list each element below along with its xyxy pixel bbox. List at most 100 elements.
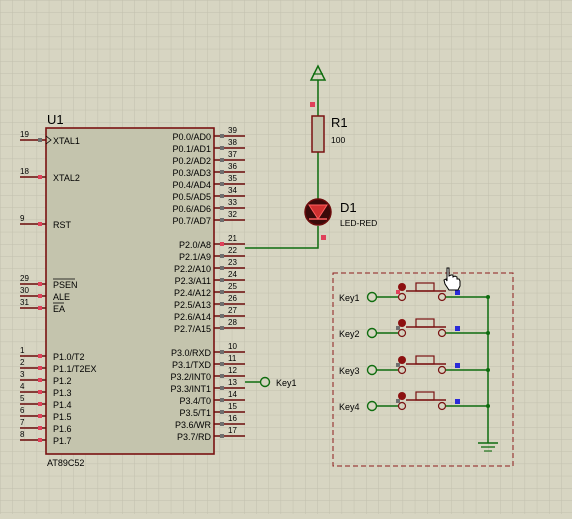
pin-marker	[455, 399, 460, 404]
pin-number: 31	[20, 298, 29, 307]
pin-name: P1.0/T2	[53, 352, 85, 362]
pin-name: P3.7/RD	[177, 432, 212, 442]
key-label: Key2	[339, 329, 360, 339]
pin-marker	[220, 146, 224, 150]
pin-number: 5	[20, 394, 25, 403]
pin-number: 21	[228, 234, 237, 243]
pin-number: 14	[228, 390, 237, 399]
pin-number: 18	[20, 167, 29, 176]
pin-name: P1.4	[53, 400, 72, 410]
pin-marker	[220, 386, 224, 390]
pin-marker	[455, 363, 460, 368]
pin-name: P2.7/A15	[174, 324, 211, 334]
switch-contact-icon	[398, 319, 406, 327]
pin-name: P3.4/T0	[179, 396, 211, 406]
pin-name: P0.1/AD1	[172, 144, 211, 154]
pin-marker	[455, 290, 460, 295]
switch-contact-icon	[398, 283, 406, 291]
pin-number: 13	[228, 378, 237, 387]
pin-name: P1.2	[53, 376, 72, 386]
pin-name: PSEN	[53, 280, 78, 290]
pin-marker	[38, 426, 42, 430]
pin-number: 32	[228, 210, 237, 219]
pin-marker	[38, 438, 42, 442]
switch-contact-icon	[398, 356, 406, 364]
pin-name: P0.2/AD2	[172, 156, 211, 166]
pin-name: EA	[53, 304, 65, 314]
pin-marker	[310, 102, 315, 107]
pin-number: 15	[228, 402, 237, 411]
pin-name: P3.2/INT0	[170, 372, 211, 382]
resistor-body[interactable]	[311, 115, 325, 153]
pin-marker	[220, 182, 224, 186]
pin-name: P3.0/RXD	[171, 348, 212, 358]
pin-name: P2.1/A9	[179, 252, 211, 262]
pin-number: 38	[228, 138, 237, 147]
pin-name: P3.5/T1	[179, 408, 211, 418]
key-label: Key3	[339, 366, 360, 376]
pin-name: P1.3	[53, 388, 72, 398]
pin-number: 1	[20, 346, 25, 355]
pin-name: ALE	[53, 292, 70, 302]
pin-name: P0.7/AD7	[172, 216, 211, 226]
pin-number: 8	[20, 430, 25, 439]
pin-marker	[220, 218, 224, 222]
pin-number: 19	[20, 130, 29, 139]
pin-number: 35	[228, 174, 237, 183]
pin-number: 16	[228, 414, 237, 423]
pin-name: P2.6/A14	[174, 312, 211, 322]
pin-marker	[220, 254, 224, 258]
pin-number: 11	[228, 354, 237, 363]
pin-marker	[38, 175, 42, 179]
pin-number: 33	[228, 198, 237, 207]
pin-number: 37	[228, 150, 237, 159]
pin-name: P1.1/T2EX	[53, 364, 97, 374]
pin-number: 34	[228, 186, 237, 195]
pin-marker	[220, 434, 224, 438]
pin-name: P3.3/INT1	[170, 384, 211, 394]
pin-marker	[396, 363, 400, 367]
pin-number: 36	[228, 162, 237, 171]
pin-marker	[38, 294, 42, 298]
pin-name: P0.0/AD0	[172, 132, 211, 142]
pin-number: 25	[228, 282, 237, 291]
pin-name: P1.7	[53, 436, 72, 446]
pin-marker	[38, 366, 42, 370]
led-ref-label: D1	[340, 200, 357, 215]
resistor-value-label: 100	[331, 135, 345, 145]
pin-name: P2.4/A12	[174, 288, 211, 298]
pin-marker	[220, 206, 224, 210]
pin-number: 28	[228, 318, 237, 327]
pin-number: 22	[228, 246, 237, 255]
resistor-ref-label: R1	[331, 115, 348, 130]
pin-name: P0.4/AD4	[172, 180, 211, 190]
pin-marker	[220, 350, 224, 354]
pin-number: 9	[20, 214, 25, 223]
pin-marker	[220, 326, 224, 330]
pin-marker	[38, 354, 42, 358]
pin-name: RST	[53, 220, 72, 230]
pin-name: P2.5/A13	[174, 300, 211, 310]
pin-name: P2.0/A8	[179, 240, 211, 250]
net-label-key1: Key1	[276, 378, 297, 388]
pin-marker	[38, 306, 42, 310]
pin-marker	[38, 138, 42, 142]
schematic-canvas[interactable]: U1 AT89C52 19 XTAL1 18 XTAL2 9 RST 29 PSEN 30 ALE…	[0, 0, 572, 514]
pin-number: 30	[20, 286, 29, 295]
pin-number: 27	[228, 306, 237, 315]
pin-name: P0.3/AD3	[172, 168, 211, 178]
pin-marker	[220, 422, 224, 426]
mcu-u1[interactable]: U1 AT89C52 19XTAL118XTAL29RST29PSEN30ALE…	[20, 112, 245, 468]
pin-number: 17	[228, 426, 237, 435]
pin-name: P3.1/TXD	[172, 360, 212, 370]
pin-number: 6	[20, 406, 25, 415]
pin-marker	[38, 378, 42, 382]
pin-marker	[220, 266, 224, 270]
pin-number: 29	[20, 274, 29, 283]
pin-marker	[38, 402, 42, 406]
pin-marker	[455, 326, 460, 331]
pin-marker	[220, 134, 224, 138]
pin-marker	[220, 302, 224, 306]
pin-number: 23	[228, 258, 237, 267]
pin-name: P1.5	[53, 412, 72, 422]
